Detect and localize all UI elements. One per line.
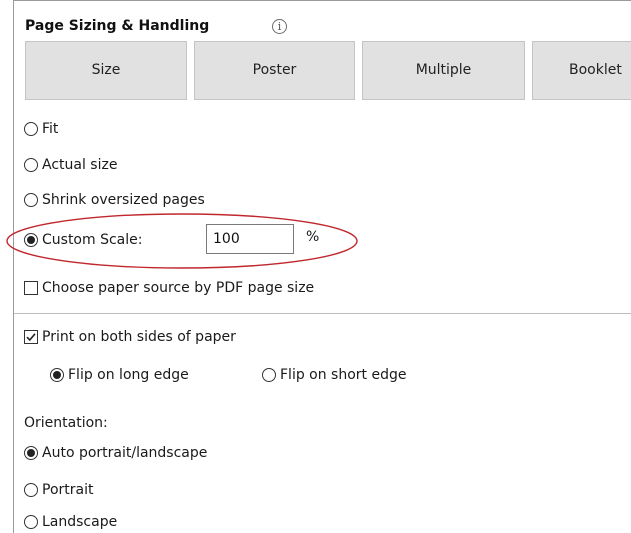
radio-custom-scale-label: Custom Scale:: [42, 232, 143, 248]
radio-fit-indicator[interactable]: [24, 122, 38, 136]
tab-size[interactable]: Size: [25, 41, 187, 100]
percent-unit-label: %: [306, 229, 320, 245]
section-divider: [14, 313, 631, 314]
radio-fit[interactable]: Fit: [24, 119, 144, 139]
radio-auto-orientation[interactable]: Auto portrait/landscape: [24, 443, 254, 463]
radio-actual-size-label: Actual size: [42, 157, 118, 173]
checkmark-icon: [26, 333, 36, 342]
radio-fit-label: Fit: [42, 121, 59, 137]
checkbox-paper-source-box[interactable]: [24, 281, 38, 295]
tab-poster-label: Poster: [252, 62, 297, 78]
radio-landscape-label: Landscape: [42, 514, 118, 530]
checkbox-paper-source[interactable]: Choose paper source by PDF page size: [24, 278, 404, 298]
checkbox-both-sides-label: Print on both sides of paper: [42, 329, 236, 345]
tab-multiple[interactable]: Multiple: [362, 41, 525, 100]
radio-custom-scale-indicator[interactable]: [24, 233, 38, 247]
radio-shrink-oversized[interactable]: Shrink oversized pages: [24, 190, 264, 210]
info-icon[interactable]: i: [272, 19, 287, 34]
radio-flip-long-edge-indicator[interactable]: [50, 368, 64, 382]
section-title: Page Sizing & Handling: [25, 18, 210, 34]
tab-multiple-label: Multiple: [415, 62, 472, 78]
radio-landscape[interactable]: Landscape: [24, 512, 144, 532]
tab-booklet-label: Booklet: [569, 62, 622, 78]
radio-portrait[interactable]: Portrait: [24, 480, 144, 500]
orientation-title: Orientation:: [24, 415, 108, 431]
radio-landscape-indicator[interactable]: [24, 515, 38, 529]
tab-size-label: Size: [91, 62, 121, 78]
tab-booklet[interactable]: Booklet: [532, 41, 631, 100]
radio-auto-orientation-indicator[interactable]: [24, 446, 38, 460]
radio-shrink-oversized-label: Shrink oversized pages: [42, 192, 205, 208]
radio-shrink-oversized-indicator[interactable]: [24, 193, 38, 207]
radio-flip-short-edge[interactable]: Flip on short edge: [262, 365, 447, 385]
radio-actual-size-indicator[interactable]: [24, 158, 38, 172]
radio-flip-short-edge-label: Flip on short edge: [280, 367, 407, 383]
radio-flip-short-edge-indicator[interactable]: [262, 368, 276, 382]
radio-actual-size[interactable]: Actual size: [24, 155, 184, 175]
checkbox-paper-source-label: Choose paper source by PDF page size: [42, 280, 315, 296]
tab-poster[interactable]: Poster: [194, 41, 355, 100]
radio-flip-long-edge[interactable]: Flip on long edge: [50, 365, 235, 385]
radio-custom-scale[interactable]: Custom Scale:: [24, 230, 194, 250]
radio-portrait-indicator[interactable]: [24, 483, 38, 497]
radio-portrait-label: Portrait: [42, 482, 94, 498]
custom-scale-input[interactable]: 100: [206, 224, 294, 254]
checkbox-both-sides[interactable]: Print on both sides of paper: [24, 327, 324, 347]
radio-flip-long-edge-label: Flip on long edge: [68, 367, 189, 383]
radio-auto-orientation-label: Auto portrait/landscape: [42, 445, 208, 461]
checkbox-both-sides-box[interactable]: [24, 330, 38, 344]
